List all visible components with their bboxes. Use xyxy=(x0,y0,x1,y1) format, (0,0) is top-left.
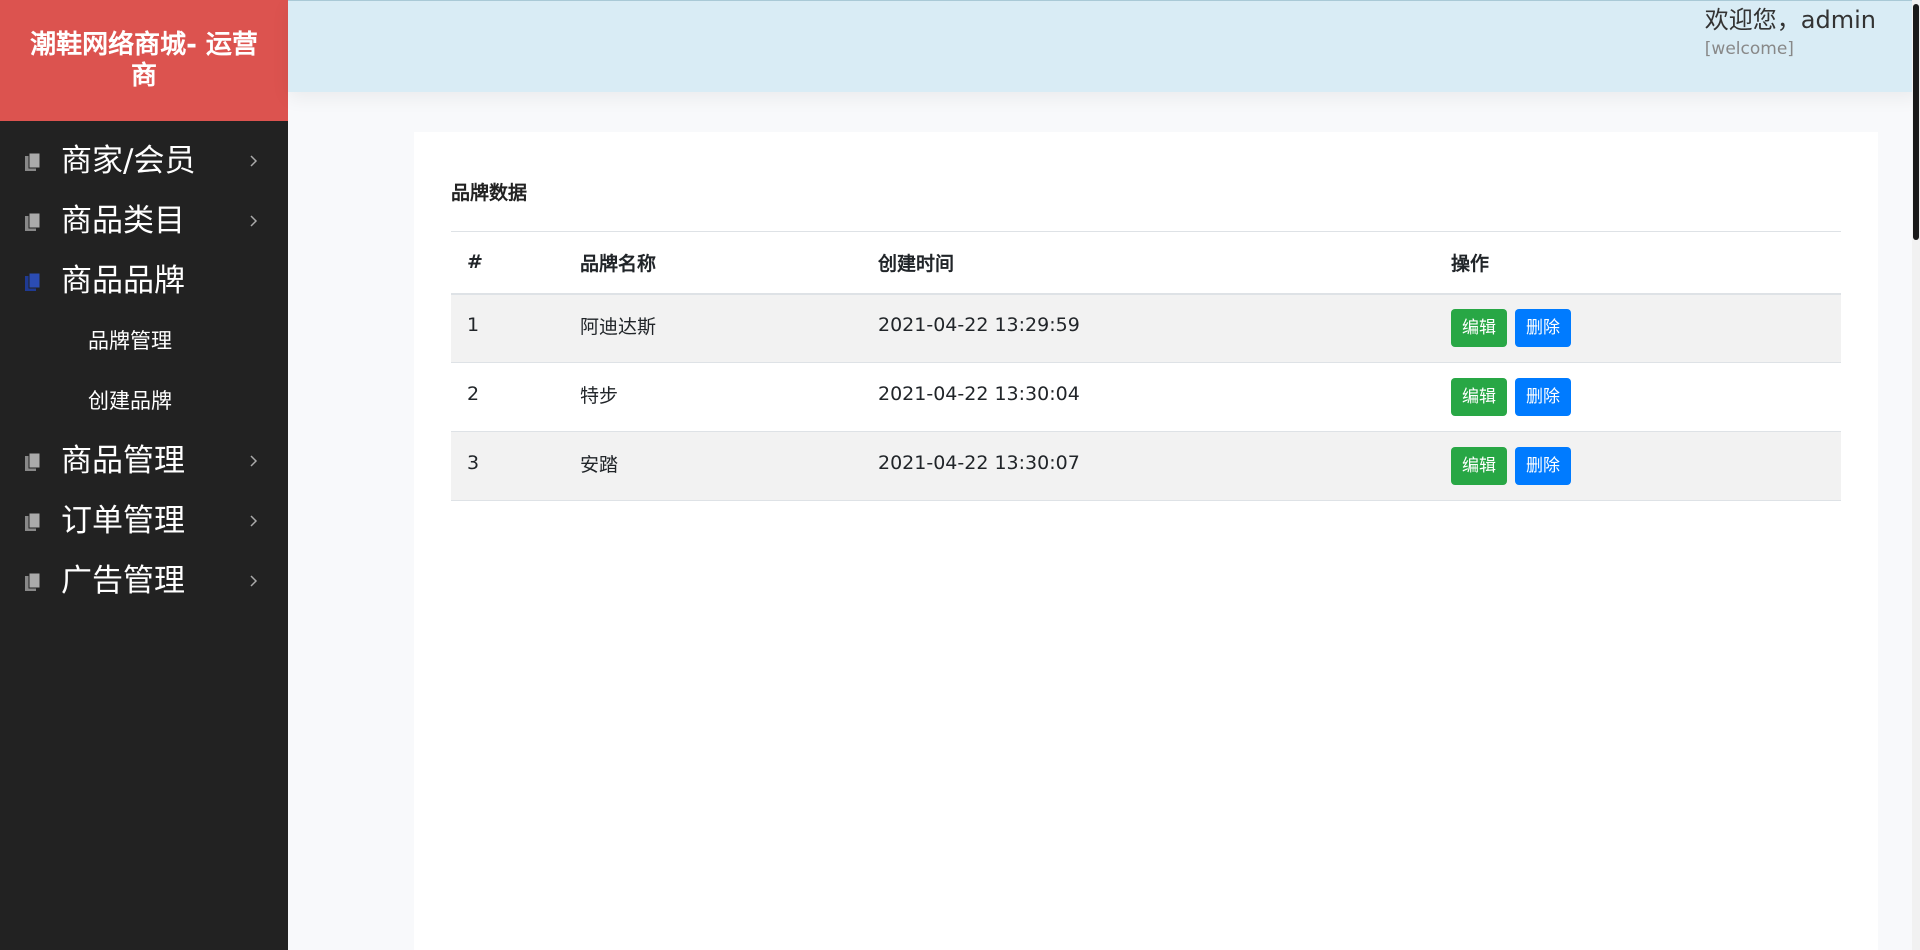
top-header: 欢迎您，admin [welcome] xyxy=(288,0,1920,92)
edit-button[interactable]: 编辑 xyxy=(1451,309,1507,348)
cell-brand-name: 安踏 xyxy=(580,453,619,476)
sidebar-item-label: 订单管理 xyxy=(61,503,185,539)
document-icon xyxy=(25,572,41,591)
chevron-right-icon xyxy=(250,155,258,167)
table-row: 2 特步 2021-04-22 13:30:04 编辑 删除 xyxy=(451,363,1841,432)
document-icon xyxy=(25,452,41,471)
sidebar-item-label: 商品类目 xyxy=(61,203,185,239)
document-icon xyxy=(25,272,41,291)
document-icon xyxy=(25,212,41,231)
sidebar-menu: 商家/会员 商品类目 商品品牌 品牌管理 创建品牌 商品管理 订单管理 广告管理 xyxy=(0,121,288,611)
main-panel: 品牌数据 # 品牌名称 创建时间 操作 1 阿迪达斯 2021-04-22 13… xyxy=(414,132,1878,950)
column-header-name: 品牌名称 xyxy=(580,252,657,275)
chevron-right-icon xyxy=(250,215,258,227)
delete-button[interactable]: 删除 xyxy=(1515,447,1572,485)
sidebar-item-ad[interactable]: 广告管理 xyxy=(0,551,288,611)
column-header-index: # xyxy=(467,251,483,274)
greeting-text: 欢迎您，admin xyxy=(1704,6,1876,34)
cell-brand-name: 阿迪达斯 xyxy=(580,315,657,338)
cell-index: 3 xyxy=(467,452,480,474)
document-icon xyxy=(25,512,41,531)
edit-button[interactable]: 编辑 xyxy=(1451,447,1507,485)
table-header-row: # 品牌名称 创建时间 操作 xyxy=(451,231,1841,294)
cell-created-time: 2021-04-22 13:30:04 xyxy=(878,383,1080,405)
chevron-right-icon xyxy=(250,455,258,467)
cell-index: 2 xyxy=(467,383,480,405)
section-title: 品牌数据 xyxy=(451,182,528,204)
table-row: 3 安踏 2021-04-22 13:30:07 编辑 删除 xyxy=(451,431,1841,501)
cell-actions: 编辑 删除 xyxy=(1435,294,1841,363)
page-scrollbar[interactable] xyxy=(1912,0,1920,950)
sidebar-item-label: 广告管理 xyxy=(61,563,185,599)
cell-index: 1 xyxy=(467,314,480,337)
cell-brand-name: 特步 xyxy=(580,384,619,407)
column-header-actions: 操作 xyxy=(1451,252,1490,275)
sidebar-item-label: 商家/会员 xyxy=(61,143,196,179)
cell-created-time: 2021-04-22 13:29:59 xyxy=(878,314,1080,337)
delete-button[interactable]: 删除 xyxy=(1515,378,1572,416)
column-header-created: 创建时间 xyxy=(878,252,955,275)
table-row: 1 阿迪达斯 2021-04-22 13:29:59 编辑 删除 xyxy=(451,293,1841,363)
brand-table-container: # 品牌名称 创建时间 操作 1 阿迪达斯 2021-04-22 13:29:5… xyxy=(451,231,1841,501)
chevron-right-icon xyxy=(250,575,258,587)
user-greeting: 欢迎您，admin [welcome] xyxy=(1705,5,1876,63)
scrollbar-thumb[interactable] xyxy=(1913,4,1919,240)
chevron-right-icon xyxy=(250,515,258,527)
delete-button[interactable]: 删除 xyxy=(1515,309,1572,348)
submenu-item-create-brand[interactable]: 创建品牌 xyxy=(0,371,288,431)
sidebar-item-label: 商品品牌 xyxy=(61,263,185,299)
document-icon xyxy=(25,152,41,171)
sidebar: 潮鞋网络商城- 运营商 商家/会员 商品类目 商品品牌 品牌管理 创建品牌 商品… xyxy=(0,0,288,950)
cell-created-time: 2021-04-22 13:30:07 xyxy=(878,452,1080,474)
sidebar-item-label: 商品管理 xyxy=(61,443,185,479)
cell-actions: 编辑 删除 xyxy=(1435,432,1841,501)
sidebar-item-category[interactable]: 商品类目 xyxy=(0,191,288,251)
sidebar-item-brand[interactable]: 商品品牌 xyxy=(0,251,288,311)
sidebar-item-merchant-member[interactable]: 商家/会员 xyxy=(0,131,288,191)
sidebar-item-product[interactable]: 商品管理 xyxy=(0,431,288,491)
edit-button[interactable]: 编辑 xyxy=(1451,378,1507,416)
cell-actions: 编辑 删除 xyxy=(1435,363,1841,432)
brand-table: # 品牌名称 创建时间 操作 1 阿迪达斯 2021-04-22 13:29:5… xyxy=(451,231,1841,501)
app-title: 潮鞋网络商城- 运营商 xyxy=(0,0,288,121)
welcome-link[interactable]: [welcome] xyxy=(1705,35,1876,63)
submenu-item-brand-manage[interactable]: 品牌管理 xyxy=(0,311,288,371)
sidebar-item-order[interactable]: 订单管理 xyxy=(0,491,288,551)
